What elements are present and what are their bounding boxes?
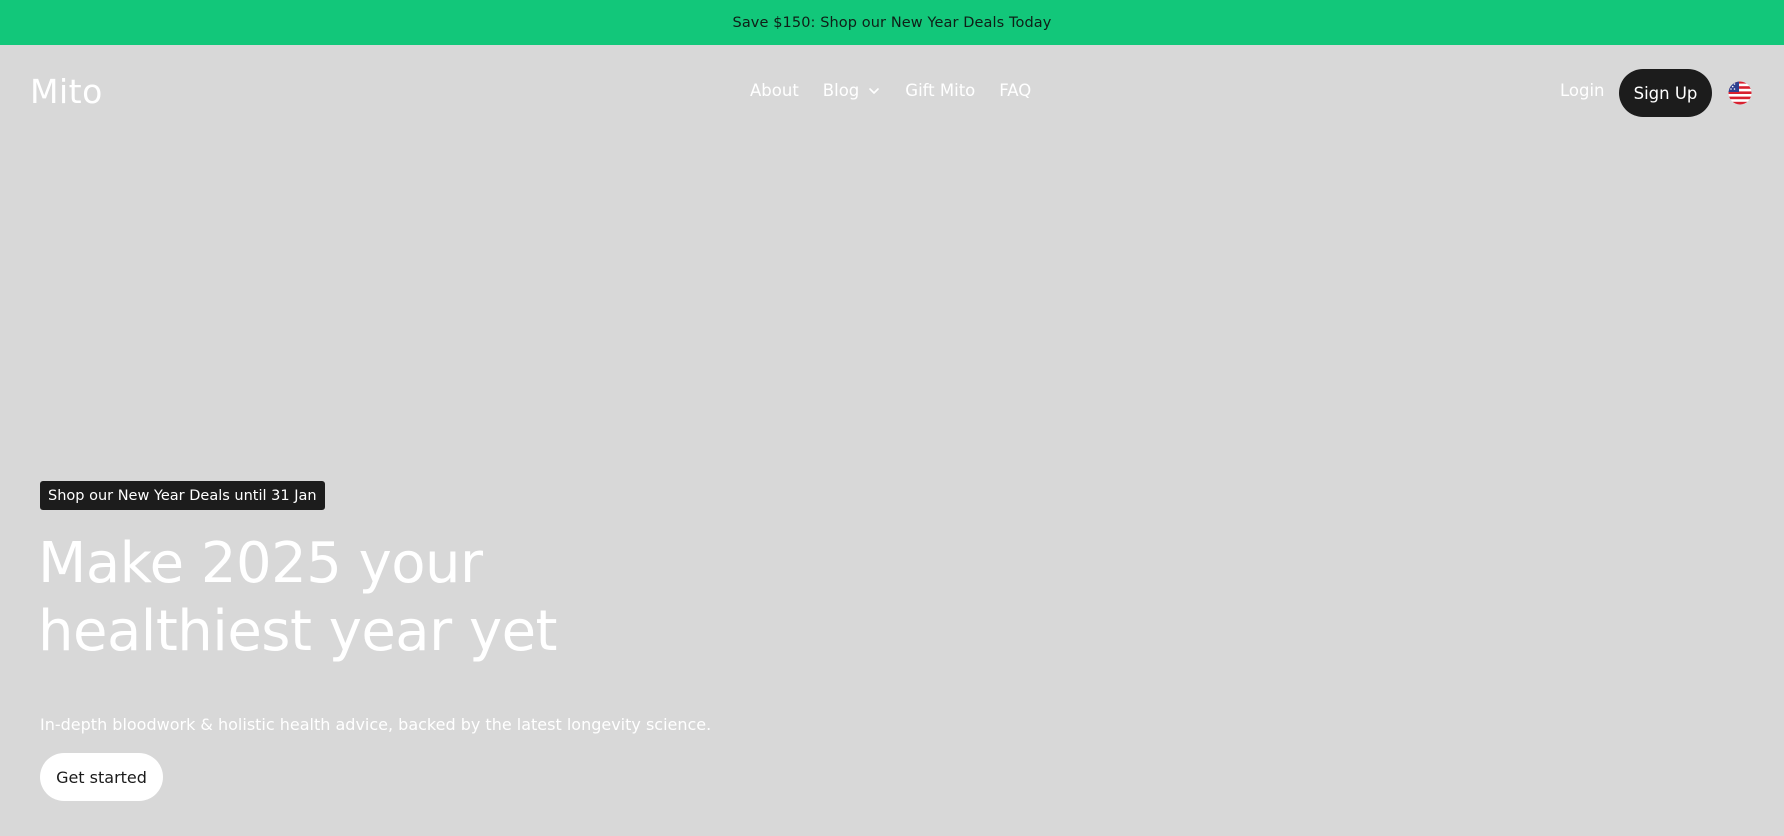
hero-headline: Make 2025 your healthiest year yet [38,530,738,666]
nav-gift-mito[interactable]: Gift Mito [905,79,975,103]
logo[interactable]: Mito [30,72,103,112]
promo-text[interactable]: Save $150: Shop our New Year Deals Today [733,15,1052,31]
chevron-down-icon [869,88,880,94]
hero-headline-line-1: Make 2025 your [38,531,483,596]
nav-faq[interactable]: FAQ [999,79,1031,103]
promo-bar[interactable]: Save $150: Shop our New Year Deals Today [0,0,1784,45]
login-link[interactable]: Login [1560,79,1605,103]
us-flag-icon[interactable] [1728,81,1752,105]
nav-blog[interactable]: Blog [823,79,881,103]
site-header: Mito About Blog Gift Mito FAQ Login Sign… [0,45,1784,140]
main-nav: About Blog Gift Mito FAQ [750,79,1031,103]
sign-up-button[interactable]: Sign Up [1619,69,1712,117]
get-started-button[interactable]: Get started [40,753,163,801]
deal-tag: Shop our New Year Deals until 31 Jan [40,481,325,510]
hero-subtext: In-depth bloodwork & holistic health adv… [40,715,712,734]
hero-headline-line-2: healthiest year yet [38,599,558,664]
nav-blog-label: Blog [822,81,860,100]
nav-about[interactable]: About [750,79,799,103]
